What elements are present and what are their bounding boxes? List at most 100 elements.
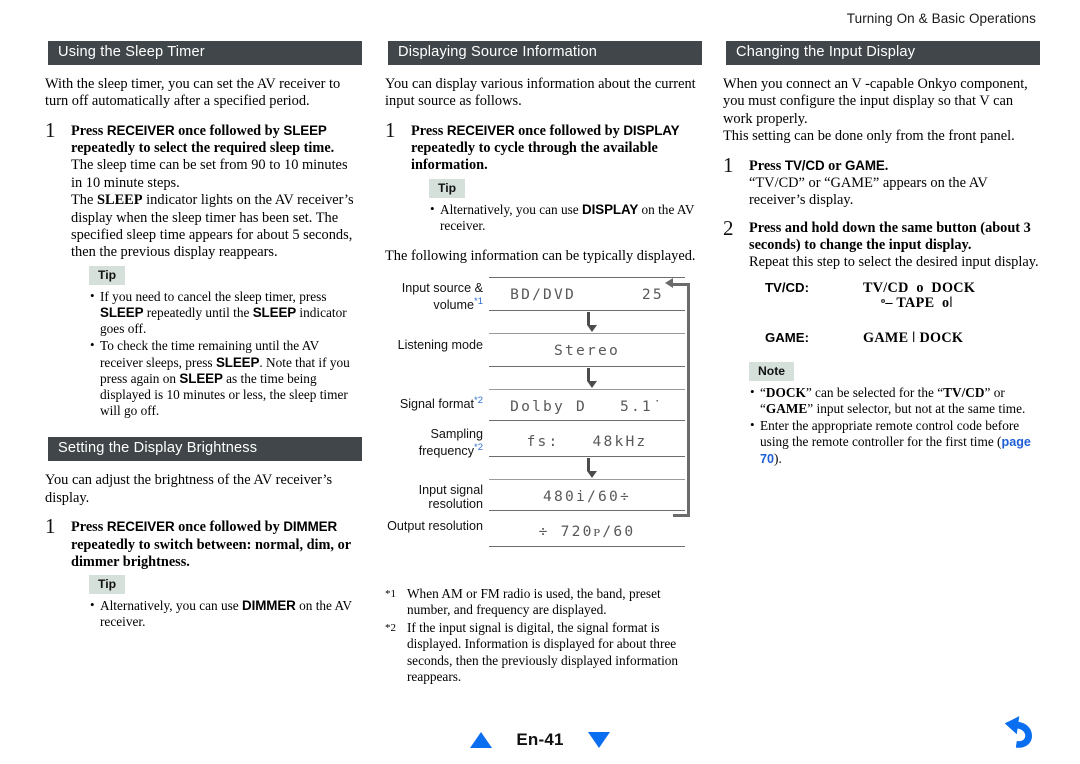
diagram-label-input-signal-resolution: Input signal resolution — [373, 483, 483, 512]
brightness-step-1: 1 Press RECEIVER once followed by DIMMER… — [45, 514, 362, 630]
footnote-item: *2 If the input signal is digital, the s… — [385, 620, 702, 685]
keyword-sleep-indicator: SLEEP — [96, 192, 143, 209]
back-arrow-icon[interactable] — [992, 710, 1038, 756]
section-title-bar: Changing the Input Display — [723, 41, 1040, 65]
label-line-1: Sampling — [430, 426, 483, 441]
note-bullet-list: “DOCK” can be selected for the “TV/CD” o… — [749, 384, 1040, 467]
label-line-1: Listening mode — [397, 337, 483, 352]
cycle-key: GAME: — [765, 329, 809, 345]
footnote-ref: *1 — [474, 296, 483, 308]
footnote-mark: *1 — [385, 587, 396, 600]
note-bullet: Enter the appropriate remote control cod… — [749, 417, 1040, 467]
tip-callout-source-info: Tip Alternatively, you can use DISPLAY o… — [411, 175, 702, 234]
keyword-sleep: SLEEP — [179, 370, 223, 386]
label-line-1: Output resolution — [387, 518, 483, 533]
footnotes-block: *1 When AM or FM radio is used, the band… — [385, 586, 702, 686]
keyword-receiver: RECEIVER — [446, 122, 515, 138]
triangle-down-icon[interactable] — [587, 732, 610, 748]
section-title-bar: Setting the Display Brightness — [45, 437, 362, 462]
display-flow-diagram: Input source & volume*1 BD/DVD 25 Listen… — [385, 276, 702, 572]
tip-bullet: Alternatively, you can use DIMMER on the… — [89, 597, 362, 630]
step-number: 1 — [45, 514, 56, 539]
source-info-intro: You can display various information abou… — [385, 76, 696, 110]
step-title: Press TV/CD or GAME. — [749, 157, 1040, 175]
footnote-mark: *2 — [385, 622, 396, 635]
tip-bullet: To check the time remaining until the AV… — [89, 337, 362, 419]
source-info-step-1: 1 Press RECEIVER once followed by DISPLA… — [385, 119, 702, 234]
input-display-cycles: TV/CD: TV/CD о DOCK ᵒ– TAPE оǀ GAME: GAM… — [749, 280, 1040, 352]
step-title-part-a: Press — [749, 157, 785, 174]
label-line-2: volume — [433, 298, 475, 313]
input-display-intro-2: This setting can be done only from the f… — [723, 128, 1015, 145]
step-title-part-a: Press — [71, 519, 107, 536]
tip-bullet-list: Alternatively, you can use DIMMER on the… — [89, 597, 362, 630]
cycle-sequence-line-2: ᵒ– TAPE оǀ — [881, 294, 953, 311]
input-display-step-1: 1 Press TV/CD or GAME. “TV/CD” or “GAME”… — [723, 152, 1040, 210]
page-number: En-41 — [516, 730, 564, 749]
step-body-2-a: The — [71, 192, 97, 209]
keyword-sleep: SLEEP — [100, 305, 144, 321]
diagram-panel-input-source: BD/DVD 25 — [489, 277, 685, 311]
cycle-sequence-line-1: GAME ǀ DOCK — [863, 329, 964, 346]
cycle-key: TV/CD: — [765, 279, 809, 295]
step-number: 1 — [723, 152, 734, 177]
step-title-part-a: Press — [411, 122, 447, 139]
source-info-after-tip: The following information can be typical… — [385, 248, 696, 265]
diagram-gap-2 — [489, 367, 685, 389]
tip-bullet-list: Alternatively, you can use DISPLAY on th… — [429, 201, 702, 234]
tip-bullet-list: If you need to cancel the sleep timer, p… — [89, 288, 362, 420]
rihd-logo-icon: V — [979, 93, 990, 110]
input-display-step-2: 2 Press and hold down the same button (a… — [723, 215, 1040, 467]
column-middle: Displaying Source Information You can di… — [385, 41, 702, 687]
step-title-part-b: once followed by — [174, 122, 284, 139]
diagram-gap-3 — [489, 457, 685, 479]
sleep-timer-intro: With the sleep timer, you can set the AV… — [45, 76, 341, 110]
step-title-part-c: repeatedly to switch between: normal, di… — [71, 536, 351, 570]
step-title-part-b: once followed by — [514, 122, 624, 139]
step-title-part-c: repeatedly to select the required sleep … — [71, 140, 335, 157]
diagram-label-listening-mode: Listening mode — [373, 338, 483, 353]
diagram-panel-signal-format: Dolby D 5.1˙ — [489, 389, 685, 421]
step-title-part-a: Press — [71, 122, 107, 139]
note-text-b: ). — [774, 450, 782, 466]
step-number: 1 — [45, 117, 56, 142]
triangle-up-icon[interactable] — [470, 732, 493, 748]
note-text-d: ” input selector, but not at the same ti… — [807, 400, 1026, 416]
step-number: 2 — [723, 215, 734, 240]
keyword-dock: DOCK — [765, 384, 806, 400]
keyword-dimmer: DIMMER — [283, 519, 338, 535]
diagram-gap-1 — [489, 311, 685, 333]
footnote-ref: *2 — [474, 442, 483, 454]
brightness-intro: You can adjust the brightness of the AV … — [45, 472, 333, 506]
section-displaying-source-information: Displaying Source Information — [385, 41, 702, 65]
diagram-loop-connector — [673, 282, 690, 517]
section-title-bar: Displaying Source Information — [385, 41, 702, 65]
keyword-sleep: SLEEP — [215, 354, 260, 370]
lcd-text: Stereo — [554, 341, 620, 359]
tip-bullet: Alternatively, you can use DISPLAY on th… — [429, 201, 702, 234]
label-line-1: Input source & — [401, 280, 483, 295]
tip-label: Tip — [89, 575, 126, 595]
keyword-tvcd: TV/CD — [943, 384, 985, 400]
label-line-2: resolution — [428, 497, 483, 512]
keyword-tvcd: TV/CD — [784, 157, 825, 173]
keyword-game: GAME — [844, 157, 885, 173]
diagram-panel-sampling-frequency: fs: 48kHz — [489, 424, 685, 457]
step-title: Press and hold down the same button (abo… — [749, 219, 1031, 254]
note-text-a: Enter the appropriate remote control cod… — [760, 418, 1020, 450]
rihd-logo-icon: V — [851, 76, 862, 92]
tip-text-a: Alternatively, you can use — [100, 598, 243, 614]
step-title-part-c: . — [884, 157, 889, 174]
diagram-label-signal-format: Signal format*2 — [373, 394, 483, 412]
step-title-part-b: or — [824, 157, 845, 174]
running-header: Turning On & Basic Operations — [846, 11, 1036, 26]
section-setting-the-display-brightness: Setting the Display Brightness — [45, 437, 362, 462]
note-label: Note — [749, 361, 795, 381]
note-callout: Note “DOCK” can be selected for the “TV/… — [749, 358, 1040, 467]
loop-arrow-head-icon — [665, 277, 673, 288]
column-right: Changing the Input Display When you conn… — [723, 41, 1040, 477]
keyword-receiver: RECEIVER — [106, 122, 175, 138]
cycle-row-tvcd: TV/CD: TV/CD о DOCK ᵒ– TAPE оǀ — [749, 280, 1040, 316]
step-body: “TV/CD” or “GAME” appears on the AV rece… — [749, 174, 988, 209]
tip-label: Tip — [89, 265, 126, 285]
